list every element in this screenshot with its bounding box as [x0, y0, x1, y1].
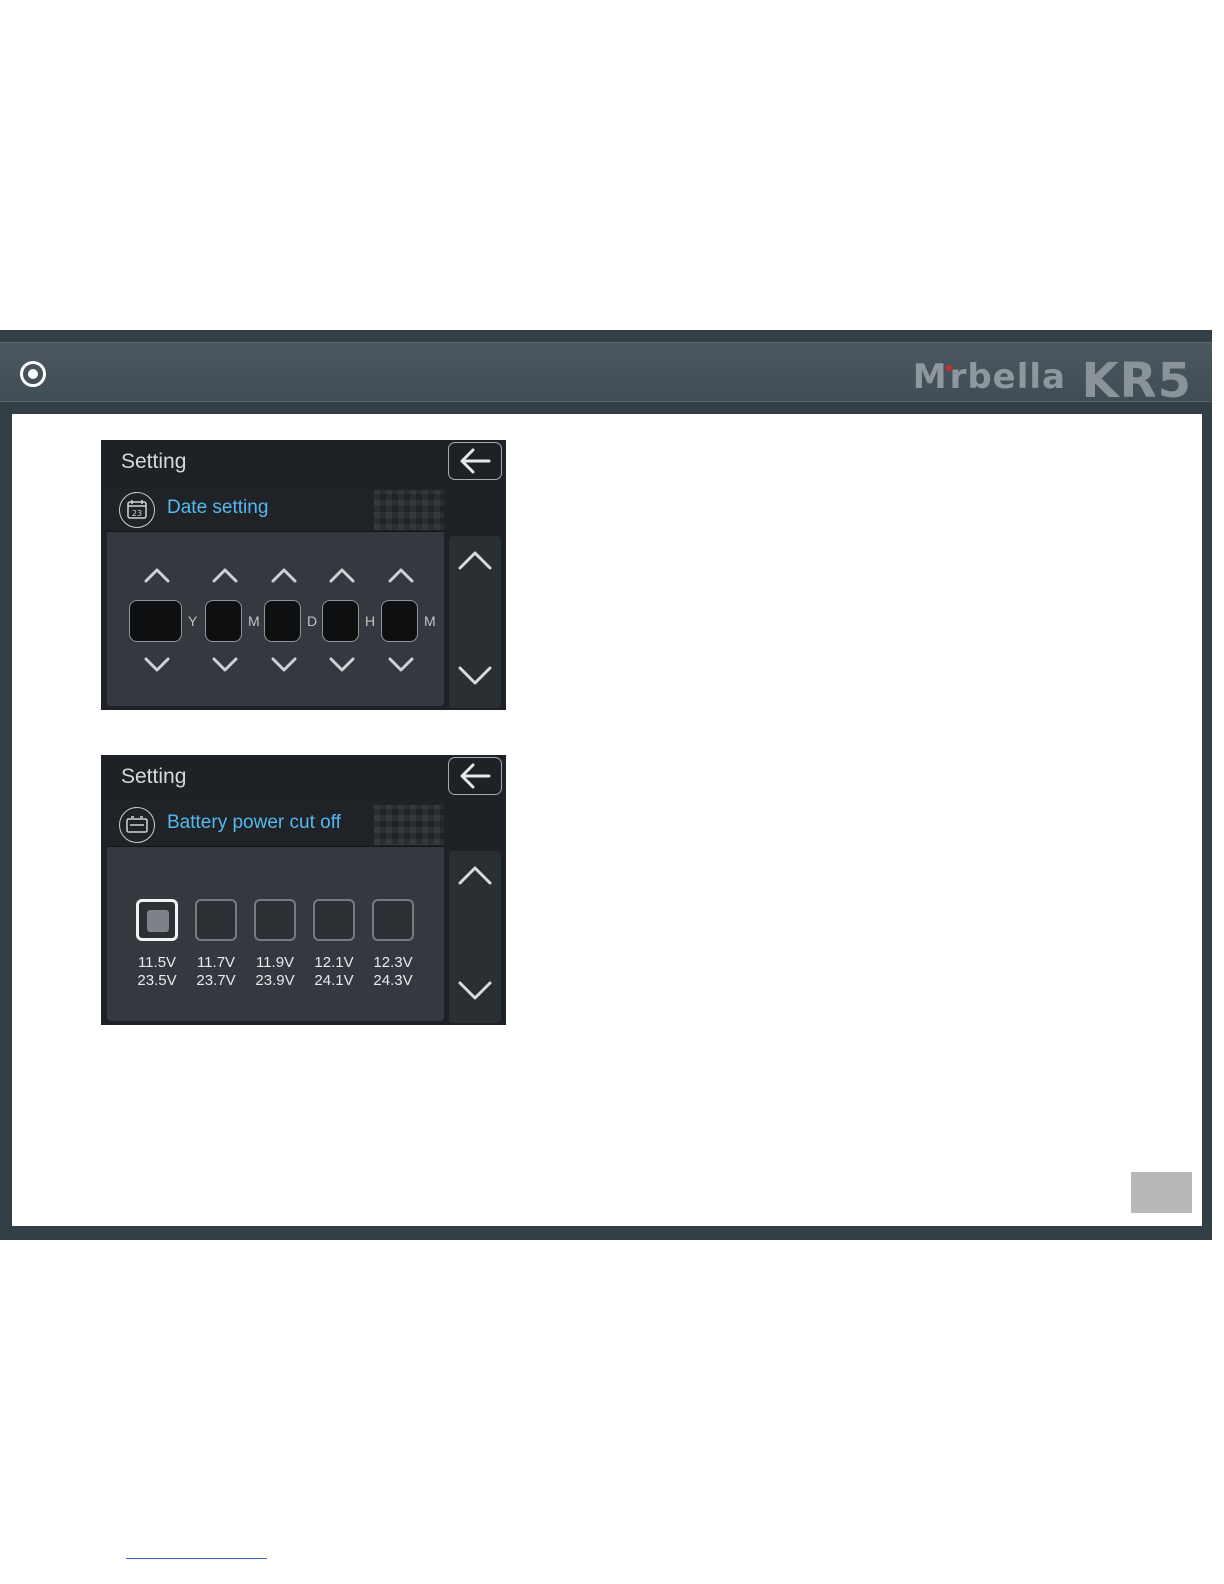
screen-title: Setting	[121, 450, 187, 473]
voltage-24v: 23.9V	[255, 972, 295, 989]
voltage-12v: 11.5V	[137, 954, 177, 971]
date-unit-label: H	[365, 613, 376, 629]
panel-header: 23 Date setting	[107, 486, 444, 532]
scroll-column	[449, 536, 501, 708]
battery-icon	[119, 807, 155, 843]
increment-2-icon[interactable]	[270, 566, 298, 584]
cutoff-option-label: 12.3V 24.3V	[364, 954, 422, 990]
cutoff-option-3[interactable]	[313, 899, 355, 941]
scroll-column	[449, 851, 501, 1023]
date-unit-label: M	[424, 613, 436, 629]
date-field-4[interactable]	[381, 600, 418, 642]
decrement-2-icon[interactable]	[270, 656, 298, 674]
cutoff-option-label: 11.7V 23.7V	[187, 954, 245, 990]
increment-4-icon[interactable]	[387, 566, 415, 584]
calendar-icon: 23	[119, 492, 155, 528]
footer-link-line	[126, 1558, 267, 1559]
voltage-24v: 24.3V	[373, 972, 413, 989]
panel-title: Battery power cut off	[167, 812, 341, 833]
cutoff-option-1[interactable]	[195, 899, 237, 941]
arrow-left-icon	[460, 448, 491, 474]
decrement-4-icon[interactable]	[387, 656, 415, 674]
decrement-1-icon[interactable]	[211, 656, 239, 674]
scroll-up-icon[interactable]	[457, 548, 493, 572]
voltage-24v: 24.1V	[314, 972, 354, 989]
scroll-down-icon[interactable]	[457, 664, 493, 688]
cutoff-option-label: 12.1V 24.1V	[305, 954, 363, 990]
cutoff-option-2[interactable]	[254, 899, 296, 941]
panel-title: Date setting	[167, 497, 269, 518]
mosaic-decoration	[374, 805, 444, 845]
voltage-12v: 12.1V	[314, 954, 354, 971]
increment-3-icon[interactable]	[328, 566, 356, 584]
voltage-24v: 23.5V	[137, 972, 177, 989]
model-logo: KR5	[1081, 353, 1192, 409]
voltage-12v: 12.3V	[373, 954, 413, 971]
date-unit-label: Y	[188, 613, 198, 629]
scroll-up-icon[interactable]	[457, 863, 493, 887]
cutoff-option-label: 11.5V 23.5V	[128, 954, 186, 990]
decrement-3-icon[interactable]	[328, 656, 356, 674]
screen-title: Setting	[121, 765, 187, 788]
cutoff-option-label: 11.9V 23.9V	[246, 954, 304, 990]
date-field-1[interactable]	[205, 600, 242, 642]
date-unit-label: D	[307, 613, 318, 629]
page-number-box	[1131, 1172, 1192, 1213]
decrement-0-icon[interactable]	[143, 656, 171, 674]
scroll-down-icon[interactable]	[457, 979, 493, 1003]
header-band: Mrbella KR5	[0, 342, 1212, 409]
increment-1-icon[interactable]	[211, 566, 239, 584]
cutoff-option-0[interactable]	[136, 899, 178, 941]
increment-0-icon[interactable]	[143, 566, 171, 584]
voltage-12v: 11.7V	[196, 954, 236, 971]
date-field-0[interactable]	[129, 600, 182, 642]
back-button[interactable]	[448, 442, 502, 480]
panel-header: Battery power cut off	[107, 801, 444, 847]
back-button[interactable]	[448, 757, 502, 795]
date-field-3[interactable]	[322, 600, 359, 642]
date-field-2[interactable]	[264, 600, 301, 642]
brand-logo: Mrbella	[912, 357, 1066, 397]
target-icon	[20, 361, 46, 387]
arrow-left-icon	[460, 763, 491, 789]
cutoff-option-4[interactable]	[372, 899, 414, 941]
voltage-24v: 23.7V	[196, 972, 236, 989]
battery-cutoff-screen: Setting Battery power cut off 11.5V 23.5V…	[101, 755, 506, 1025]
date-setting-screen: Setting 23 Date setting Y M D H M	[101, 440, 506, 710]
voltage-12v: 11.9V	[255, 954, 295, 971]
date-unit-label: M	[248, 613, 260, 629]
svg-text:23: 23	[131, 509, 141, 518]
mosaic-decoration	[374, 490, 444, 530]
